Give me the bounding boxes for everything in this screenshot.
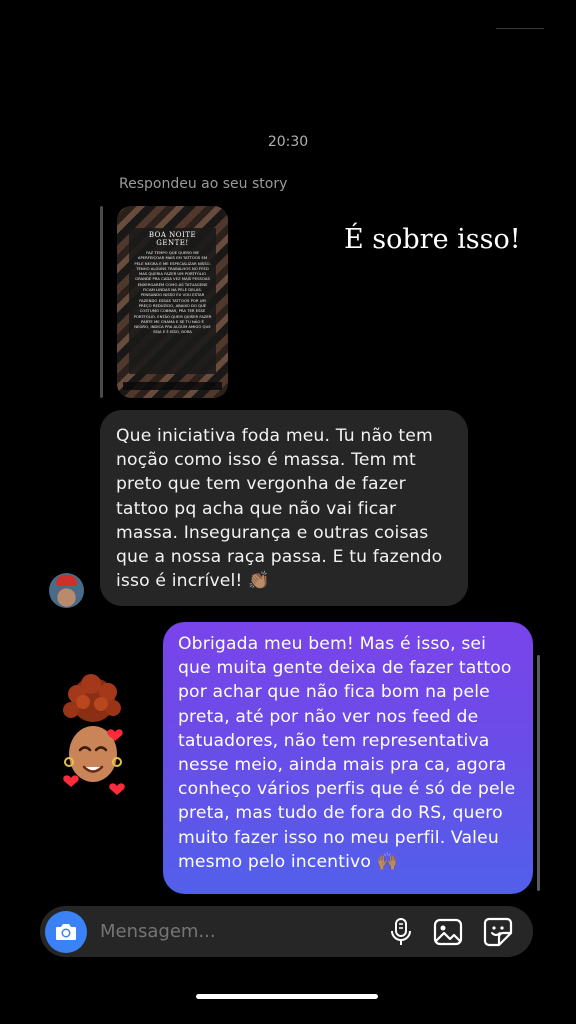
outgoing-message-bubble[interactable]: Obrigada meu bem! Mas é isso, sei que mu…	[163, 622, 533, 894]
incoming-message-bubble[interactable]: Que iniciativa foda meu. Tu não tem noçã…	[100, 410, 468, 606]
camera-icon	[56, 924, 76, 940]
message-composer	[40, 906, 533, 957]
camera-button[interactable]	[45, 911, 87, 953]
avatar-cap	[56, 575, 77, 586]
microphone-icon	[391, 918, 411, 945]
story-footer-strip	[123, 382, 222, 390]
story-header: BOA NOITE GENTE!	[148, 231, 197, 247]
memoji-avatar	[63, 674, 125, 795]
gallery-button[interactable]	[432, 916, 464, 948]
message-timestamp: 20:30	[267, 134, 309, 150]
gallery-icon	[433, 918, 463, 946]
microphone-button[interactable]	[385, 916, 417, 948]
status-divider	[496, 28, 544, 29]
sticker-icon	[483, 917, 513, 947]
reply-indicator-bar	[100, 206, 103, 398]
story-body: Faz tempo que quero me aperfeiçoar mais …	[133, 250, 212, 335]
message-input[interactable]	[100, 919, 380, 943]
sticker-button[interactable]	[482, 916, 514, 948]
sender-avatar[interactable]	[49, 573, 84, 608]
home-indicator[interactable]	[196, 994, 378, 999]
scrollbar[interactable]	[537, 655, 540, 891]
story-reply-label: Respondeu ao seu story	[119, 176, 288, 192]
story-text-panel: BOA NOITE GENTE! Faz tempo que quero me …	[129, 228, 216, 374]
story-preview[interactable]: BOA NOITE GENTE! Faz tempo que quero me …	[117, 206, 228, 398]
story-caption: É sobre isso!	[344, 224, 521, 255]
memoji-hair	[63, 674, 121, 722]
